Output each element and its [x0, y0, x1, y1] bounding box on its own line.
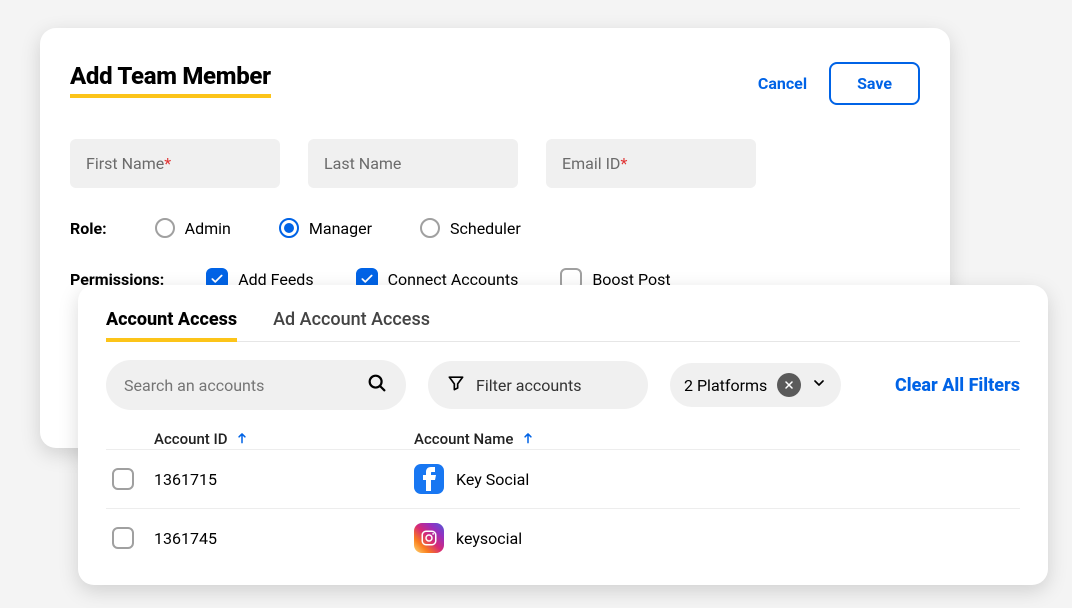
filters-row: Filter accounts 2 Platforms Clear All Fi…	[106, 360, 1020, 410]
last-name-field-wrap[interactable]: Last Name	[308, 139, 518, 188]
search-icon	[366, 372, 388, 398]
cell-check	[112, 468, 154, 490]
table-row: 1361745 keysocial	[106, 508, 1020, 567]
radio-icon	[420, 218, 440, 238]
required-mark: *	[620, 154, 627, 173]
row-checkbox[interactable]	[112, 468, 134, 490]
first-name-placeholder: First Name	[86, 154, 164, 173]
cell-account-name: keysocial	[414, 523, 1014, 553]
cancel-button[interactable]: Cancel	[758, 74, 807, 93]
table-header: Account ID Account Name	[106, 430, 1020, 449]
col-id-label: Account ID	[154, 430, 228, 448]
cell-account-id: 1361715	[154, 470, 414, 489]
tabs: Account Access Ad Account Access	[106, 309, 1020, 342]
role-radio-manager[interactable]: Manager	[279, 218, 372, 238]
radio-icon	[155, 218, 175, 238]
clear-all-filters-button[interactable]: Clear All Filters	[895, 375, 1020, 396]
role-option-label: Admin	[185, 219, 231, 238]
email-placeholder: Email ID	[562, 154, 620, 173]
email-field-wrap[interactable]: Email ID*	[546, 139, 756, 188]
tab-ad-account-access[interactable]: Ad Account Access	[273, 309, 430, 342]
account-name: keysocial	[456, 529, 522, 548]
radio-icon	[279, 218, 299, 238]
role-option-label: Manager	[309, 219, 372, 238]
header-row: Add Team Member Cancel Save	[70, 62, 920, 105]
role-radio-admin[interactable]: Admin	[155, 218, 231, 238]
platforms-label: 2 Platforms	[684, 376, 767, 395]
sort-up-icon	[235, 431, 249, 449]
tab-account-access[interactable]: Account Access	[106, 309, 237, 342]
page-title: Add Team Member	[70, 62, 271, 98]
platforms-filter[interactable]: 2 Platforms	[670, 363, 841, 407]
instagram-icon	[414, 523, 444, 553]
role-label: Role:	[70, 219, 107, 238]
required-mark: *	[164, 154, 171, 173]
chevron-down-icon	[811, 375, 827, 395]
header-actions: Cancel Save	[758, 62, 920, 105]
tabs-underline	[106, 341, 1020, 342]
input-row: First Name* Last Name Email ID*	[70, 139, 920, 188]
col-account-name[interactable]: Account Name	[414, 430, 1014, 449]
col-name-label: Account Name	[414, 430, 513, 448]
cell-account-name: Key Social	[414, 464, 1014, 494]
account-access-card: Account Access Ad Account Access Filter …	[78, 285, 1048, 585]
facebook-icon	[414, 464, 444, 494]
save-button[interactable]: Save	[829, 62, 920, 105]
search-input-wrap[interactable]	[106, 360, 406, 410]
role-option-label: Scheduler	[450, 219, 521, 238]
search-input[interactable]	[124, 376, 356, 395]
first-name-field-wrap[interactable]: First Name*	[70, 139, 280, 188]
clear-platforms-icon[interactable]	[777, 373, 801, 397]
role-row: Role: Admin Manager Scheduler	[70, 218, 920, 238]
filter-icon	[446, 373, 466, 397]
account-name: Key Social	[456, 470, 529, 489]
sort-up-icon	[521, 431, 535, 449]
table-row: 1361715 Key Social	[106, 449, 1020, 508]
cell-account-id: 1361745	[154, 529, 414, 548]
cell-check	[112, 527, 154, 549]
role-radio-scheduler[interactable]: Scheduler	[420, 218, 521, 238]
last-name-placeholder: Last Name	[324, 154, 401, 173]
col-account-id[interactable]: Account ID	[154, 430, 414, 449]
filter-accounts-button[interactable]: Filter accounts	[428, 361, 648, 409]
filter-label: Filter accounts	[476, 376, 581, 395]
row-checkbox[interactable]	[112, 527, 134, 549]
